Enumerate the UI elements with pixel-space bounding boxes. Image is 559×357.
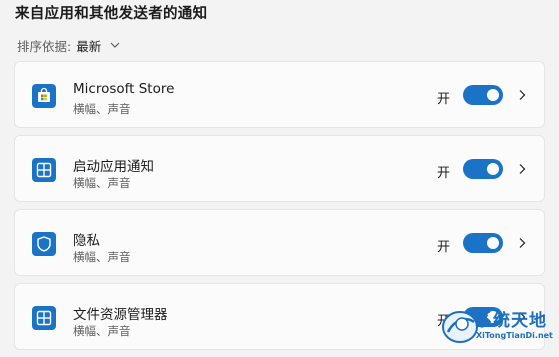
app-name: 文件资源管理器	[73, 307, 168, 323]
notification-toggle[interactable]	[463, 159, 503, 179]
watermark-mark-icon	[442, 311, 478, 343]
toggle-state-label: 开	[437, 166, 451, 181]
watermark-subtext: XiTongTianDi.net	[476, 331, 553, 340]
toggle-knob	[487, 89, 499, 101]
app-subtitle: 横幅、声音	[73, 324, 131, 338]
app-item-startup-apps[interactable]: 启动应用通知 横幅、声音 开	[14, 135, 545, 202]
notification-toggle[interactable]	[463, 233, 503, 253]
app-subtitle: 横幅、声音	[73, 102, 131, 116]
toggle-state-label: 开	[437, 92, 451, 107]
toggle-knob	[487, 237, 499, 249]
sort-value: 最新	[76, 38, 102, 54]
toggle-knob	[487, 163, 499, 175]
store-bag-icon	[32, 84, 56, 108]
app-name: 启动应用通知	[73, 159, 154, 175]
app-item-privacy[interactable]: 隐私 横幅、声音 开	[14, 209, 545, 276]
app-subtitle: 横幅、声音	[73, 176, 131, 190]
app-window-icon	[32, 158, 56, 182]
watermark-text: 系统天地	[475, 311, 547, 331]
chevron-right-icon[interactable]	[517, 163, 527, 175]
notification-toggle[interactable]	[463, 85, 503, 105]
chevron-down-icon	[110, 42, 120, 48]
app-item-microsoft-store[interactable]: Microsoft Store 横幅、声音 开	[14, 61, 545, 128]
watermark-logo: 系统天地 XiTongTianDi.net	[440, 302, 559, 348]
toggle-state-label: 开	[437, 240, 451, 255]
shield-icon	[32, 232, 56, 256]
chevron-right-icon[interactable]	[517, 89, 527, 101]
app-window-icon	[32, 306, 56, 330]
app-name: 隐私	[73, 233, 100, 249]
app-subtitle: 横幅、声音	[73, 250, 131, 264]
sort-dropdown[interactable]: 排序依据: 最新	[17, 36, 121, 54]
section-title: 来自应用和其他发送者的通知	[15, 6, 208, 22]
sort-label: 排序依据:	[17, 38, 72, 54]
app-name: Microsoft Store	[73, 81, 175, 97]
chevron-right-icon[interactable]	[517, 237, 527, 249]
